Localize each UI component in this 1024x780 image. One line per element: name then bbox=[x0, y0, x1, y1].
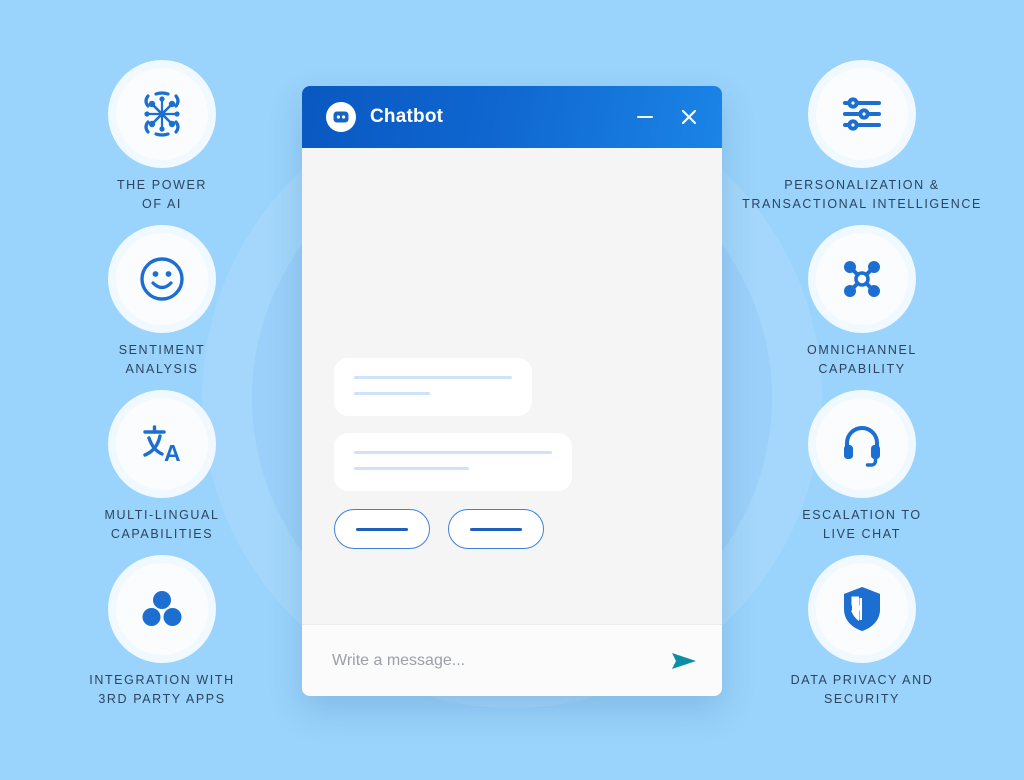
feature-label: OMNICHANNEL CAPABILITY bbox=[807, 343, 917, 377]
sliders-icon bbox=[837, 89, 887, 139]
feature-badge: A bbox=[116, 398, 208, 490]
quick-reply-placeholder-line bbox=[470, 527, 522, 531]
smiley-face-icon bbox=[136, 253, 188, 305]
feature-badge bbox=[816, 398, 908, 490]
headset-icon bbox=[837, 419, 887, 469]
feature-label: DATA PRIVACY AND SECURITY bbox=[790, 673, 934, 707]
shield-icon bbox=[837, 583, 887, 635]
send-arrow-icon[interactable] bbox=[670, 649, 698, 673]
feature-sentiment-analysis[interactable]: SENTIMENT ANALYSIS bbox=[12, 233, 312, 380]
feature-badge bbox=[116, 233, 208, 325]
feature-label: MULTI-LINGUAL CAPABILITIES bbox=[104, 508, 220, 542]
placeholder-line bbox=[354, 376, 512, 379]
chat-bubble-incoming bbox=[334, 433, 572, 491]
feature-label: ESCALATION TO LIVE CHAT bbox=[802, 508, 922, 542]
chat-input-bar bbox=[302, 624, 722, 696]
feature-label: INTEGRATION WITH 3RD PARTY APPS bbox=[89, 673, 235, 707]
feature-personalization[interactable]: PERSONALIZATION & TRANSACTIONAL INTELLIG… bbox=[712, 68, 1012, 215]
feature-label: SENTIMENT ANALYSIS bbox=[118, 343, 206, 377]
quick-reply-group bbox=[334, 509, 544, 549]
chat-window: Chatbot bbox=[302, 86, 722, 696]
feature-label: PERSONALIZATION & TRANSACTIONAL INTELLIG… bbox=[742, 178, 982, 212]
placeholder-line bbox=[354, 451, 552, 454]
chat-title: Chatbot bbox=[370, 106, 444, 127]
features-left-column: THE POWER OF AI SENTIMENT ANALYSIS A MUL… bbox=[12, 0, 312, 780]
feature-omnichannel[interactable]: OMNICHANNEL CAPABILITY bbox=[712, 233, 1012, 380]
feature-data-privacy-security[interactable]: DATA PRIVACY AND SECURITY bbox=[712, 563, 1012, 710]
feature-label: THE POWER OF AI bbox=[116, 178, 208, 212]
feature-multi-lingual[interactable]: A MULTI-LINGUAL CAPABILITIES bbox=[12, 398, 312, 545]
feature-escalation-live-chat[interactable]: ESCALATION TO LIVE CHAT bbox=[712, 398, 1012, 545]
chat-window-header: Chatbot bbox=[302, 86, 722, 148]
placeholder-line bbox=[354, 392, 430, 395]
feature-badge bbox=[116, 68, 208, 160]
feature-integration-3rd-party[interactable]: INTEGRATION WITH 3RD PARTY APPS bbox=[12, 563, 312, 710]
ai-brain-network-icon bbox=[134, 86, 190, 142]
feature-badge bbox=[816, 563, 908, 655]
close-icon[interactable] bbox=[678, 106, 700, 128]
features-right-column: PERSONALIZATION & TRANSACTIONAL INTELLIG… bbox=[712, 0, 1012, 780]
feature-the-power-of-ai[interactable]: THE POWER OF AI bbox=[12, 68, 312, 215]
chat-message-area bbox=[302, 148, 722, 624]
quick-reply-button-2[interactable] bbox=[448, 509, 544, 549]
placeholder-line bbox=[354, 467, 469, 470]
minimize-icon[interactable] bbox=[634, 106, 656, 128]
feature-badge bbox=[816, 233, 908, 325]
translate-icon: A bbox=[136, 418, 188, 470]
bot-face-icon bbox=[326, 102, 356, 132]
feature-badge bbox=[816, 68, 908, 160]
svg-text:A: A bbox=[164, 440, 181, 466]
poster-canvas: THE POWER OF AI SENTIMENT ANALYSIS A MUL… bbox=[0, 0, 1024, 780]
feature-badge bbox=[116, 563, 208, 655]
quick-reply-button-1[interactable] bbox=[334, 509, 430, 549]
network-nodes-icon bbox=[837, 254, 887, 304]
three-circles-icon bbox=[137, 584, 187, 634]
chat-bubble-incoming bbox=[334, 358, 532, 416]
message-input[interactable] bbox=[330, 650, 656, 671]
quick-reply-placeholder-line bbox=[356, 527, 408, 531]
